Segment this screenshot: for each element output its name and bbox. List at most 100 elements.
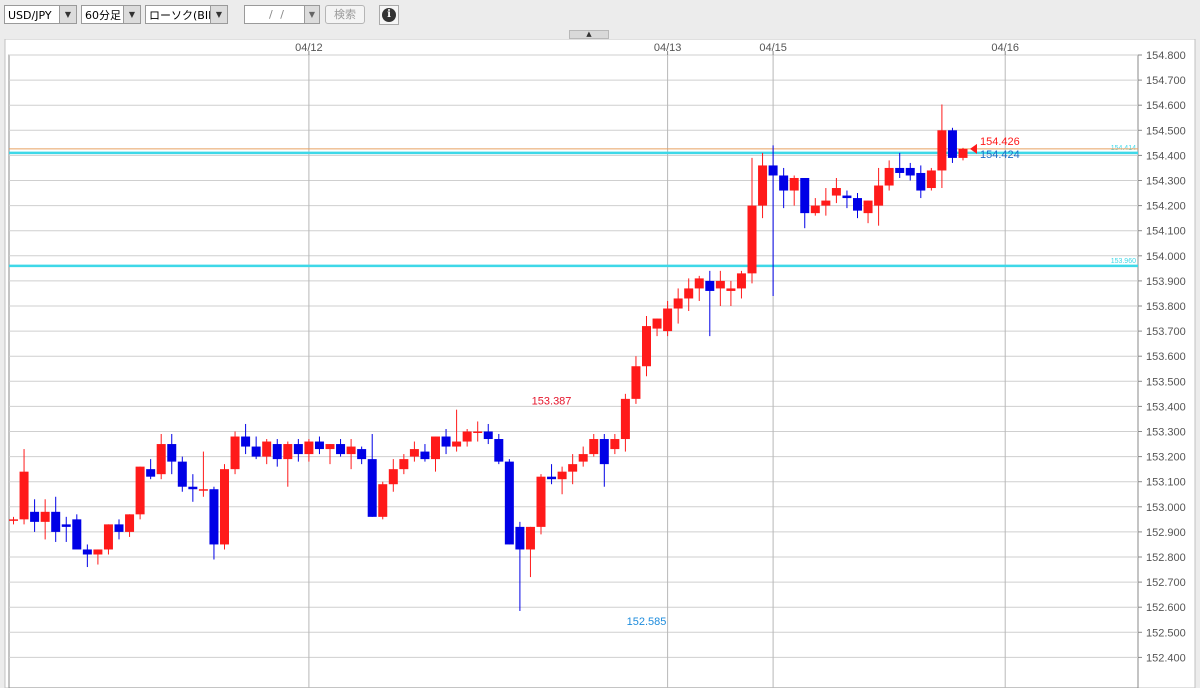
interval-select[interactable]: 60分足 ▼ bbox=[81, 5, 141, 24]
collapse-toggle[interactable]: ▲ bbox=[569, 30, 609, 39]
bearish-candle bbox=[599, 439, 609, 465]
y-tick-label: 152.800 bbox=[1146, 552, 1186, 564]
y-tick-label: 154.200 bbox=[1146, 201, 1186, 213]
y-tick-label: 153.300 bbox=[1146, 427, 1186, 439]
y-tick-label: 154.000 bbox=[1146, 251, 1186, 263]
candlestick-chart[interactable]: 154.800 154.700 154.600 154.500 154.400 154.3… bbox=[0, 39, 1200, 688]
bullish-candle bbox=[736, 273, 746, 289]
bullish-candle bbox=[726, 288, 736, 291]
bearish-candle bbox=[768, 165, 778, 176]
y-tick-label: 152.600 bbox=[1146, 602, 1186, 614]
bullish-candle bbox=[325, 444, 335, 450]
bullish-candle bbox=[283, 444, 293, 460]
bullish-candle bbox=[589, 439, 599, 455]
y-tick-label: 154.500 bbox=[1146, 125, 1186, 137]
bearish-candle bbox=[515, 526, 525, 550]
bearish-candle bbox=[705, 280, 715, 291]
info-button[interactable]: i bbox=[379, 5, 399, 25]
search-button[interactable]: 検索 bbox=[325, 5, 365, 24]
bearish-candle bbox=[420, 451, 430, 460]
y-tick-label: 152.500 bbox=[1146, 627, 1186, 639]
date-label: 04/16 bbox=[991, 42, 1019, 54]
bullish-candle bbox=[452, 441, 462, 447]
bearish-candle bbox=[947, 130, 957, 158]
toolbar: USD/JPY ▼ 60分足 ▼ ローソク(BID) ▼ / / ▼ 検索 i bbox=[0, 0, 1200, 30]
currency-pair-value: USD/JPY bbox=[8, 9, 52, 22]
bearish-candle bbox=[853, 198, 862, 211]
bearish-candle bbox=[251, 446, 261, 457]
high-annotation: 153.387 bbox=[532, 396, 572, 408]
chevron-down-icon[interactable]: ▼ bbox=[304, 6, 319, 23]
bearish-candle bbox=[547, 476, 557, 480]
date-input[interactable]: / / ▼ bbox=[244, 5, 320, 24]
currency-pair-select[interactable]: USD/JPY ▼ bbox=[4, 5, 77, 24]
chart-area: 154.800 154.700 154.600 154.500 154.400 154.3… bbox=[0, 39, 1200, 688]
y-tick-label: 153.900 bbox=[1146, 276, 1186, 288]
y-tick-label: 154.700 bbox=[1146, 75, 1186, 87]
bearish-candle bbox=[188, 486, 198, 490]
bearish-candle bbox=[441, 436, 451, 447]
bearish-candle bbox=[114, 524, 124, 532]
bullish-candle bbox=[9, 519, 18, 521]
y-tick-label: 154.400 bbox=[1146, 150, 1186, 162]
bearish-candle bbox=[494, 439, 504, 462]
bullish-candle bbox=[810, 205, 820, 214]
bearish-candle bbox=[30, 511, 40, 522]
bullish-candle bbox=[536, 476, 546, 527]
chart-kind-select[interactable]: ローソク(BID) ▼ bbox=[145, 5, 228, 24]
bullish-candle bbox=[673, 298, 683, 309]
bullish-candle bbox=[863, 200, 873, 214]
y-tick-label: 153.600 bbox=[1146, 351, 1186, 363]
bullish-candle bbox=[40, 511, 50, 522]
bullish-candle bbox=[884, 167, 894, 186]
y-tick-label: 153.100 bbox=[1146, 477, 1186, 489]
bullish-candle bbox=[198, 489, 208, 491]
bearish-candle bbox=[146, 469, 156, 477]
bullish-candle bbox=[831, 188, 841, 196]
bullish-candle bbox=[663, 308, 673, 332]
bullish-candle bbox=[789, 177, 799, 191]
bullish-candle bbox=[652, 318, 662, 329]
bullish-candle bbox=[103, 524, 113, 550]
bullish-candle bbox=[135, 466, 145, 515]
bullish-candle bbox=[262, 441, 272, 457]
bearish-candle bbox=[241, 436, 251, 447]
chevron-down-icon[interactable]: ▼ bbox=[59, 6, 76, 23]
bearish-candle bbox=[314, 441, 324, 450]
y-tick-label: 153.400 bbox=[1146, 401, 1186, 413]
date-label: 04/15 bbox=[759, 42, 787, 54]
bullish-candle bbox=[378, 484, 388, 517]
date-label: 04/12 bbox=[295, 42, 323, 54]
bullish-candle bbox=[346, 446, 356, 455]
bearish-candle bbox=[336, 444, 346, 455]
bullish-candle bbox=[578, 454, 588, 462]
bullish-candle bbox=[125, 514, 135, 532]
bullish-candle bbox=[747, 205, 757, 274]
y-tick-label: 153.700 bbox=[1146, 326, 1186, 338]
bearish-candle bbox=[82, 549, 92, 555]
y-tick-label: 154.800 bbox=[1146, 50, 1186, 62]
bullish-candle bbox=[631, 366, 641, 399]
bullish-candle bbox=[684, 288, 694, 299]
bearish-candle bbox=[905, 167, 915, 176]
bullish-candle bbox=[156, 444, 166, 475]
y-tick-label: 153.200 bbox=[1146, 452, 1186, 464]
bullish-candle bbox=[388, 469, 398, 485]
plot-frame bbox=[8, 54, 1139, 688]
date-placeholder: / / bbox=[269, 8, 286, 21]
bearish-candle bbox=[177, 461, 187, 487]
bullish-candle bbox=[610, 439, 620, 450]
bullish-candle bbox=[874, 185, 884, 206]
chevron-down-icon[interactable]: ▼ bbox=[123, 6, 140, 23]
bullish-candle bbox=[230, 436, 240, 470]
bearish-candle bbox=[293, 444, 303, 455]
bullish-candle bbox=[715, 280, 725, 289]
bearish-candle bbox=[895, 167, 905, 173]
chevron-down-icon[interactable]: ▼ bbox=[210, 6, 227, 23]
date-label: 04/13 bbox=[654, 42, 682, 54]
bearish-candle bbox=[367, 459, 377, 517]
bullish-candle bbox=[525, 526, 535, 550]
bullish-candle bbox=[937, 130, 947, 171]
low-annotation: 152.585 bbox=[627, 616, 667, 628]
bullish-candle bbox=[958, 148, 968, 158]
